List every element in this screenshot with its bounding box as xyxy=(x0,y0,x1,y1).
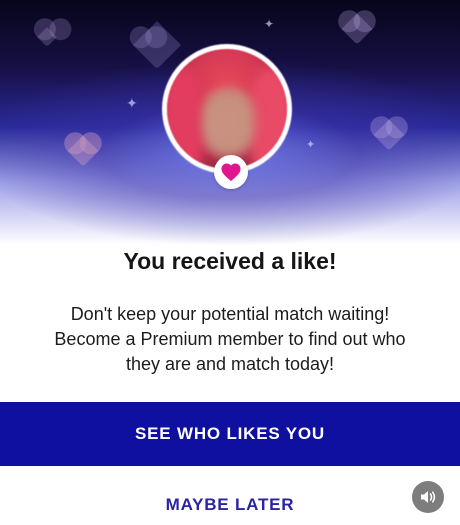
sound-toggle-button[interactable] xyxy=(412,481,444,513)
like-badge xyxy=(214,155,248,189)
heart-icon xyxy=(67,135,99,167)
message-line: they are and match today! xyxy=(125,354,335,374)
sparkle-icon: ✦ xyxy=(126,95,138,111)
heart-icon xyxy=(373,119,405,151)
sparkle-icon: ✦ xyxy=(306,139,316,151)
modal-message: Don't keep your potential match waiting!… xyxy=(30,302,430,377)
sparkle-icon: ✦ xyxy=(264,17,275,31)
heart-icon xyxy=(221,163,241,182)
message-line: Don't keep your potential match waiting! xyxy=(70,304,390,324)
see-who-likes-you-button[interactable]: SEE WHO LIKES YOU xyxy=(0,402,460,466)
heart-icon xyxy=(341,13,373,45)
heart-icon xyxy=(37,27,57,47)
heart-icon xyxy=(132,20,182,70)
like-modal: ✦ ✦ ✦ You received a like! Don't keep yo… xyxy=(0,0,460,525)
speaker-icon xyxy=(421,491,436,503)
modal-title: You received a like! xyxy=(123,248,337,274)
maybe-later-button[interactable]: MAYBE LATER xyxy=(0,490,460,520)
message-line: Become a Premium member to find out who xyxy=(54,329,406,349)
